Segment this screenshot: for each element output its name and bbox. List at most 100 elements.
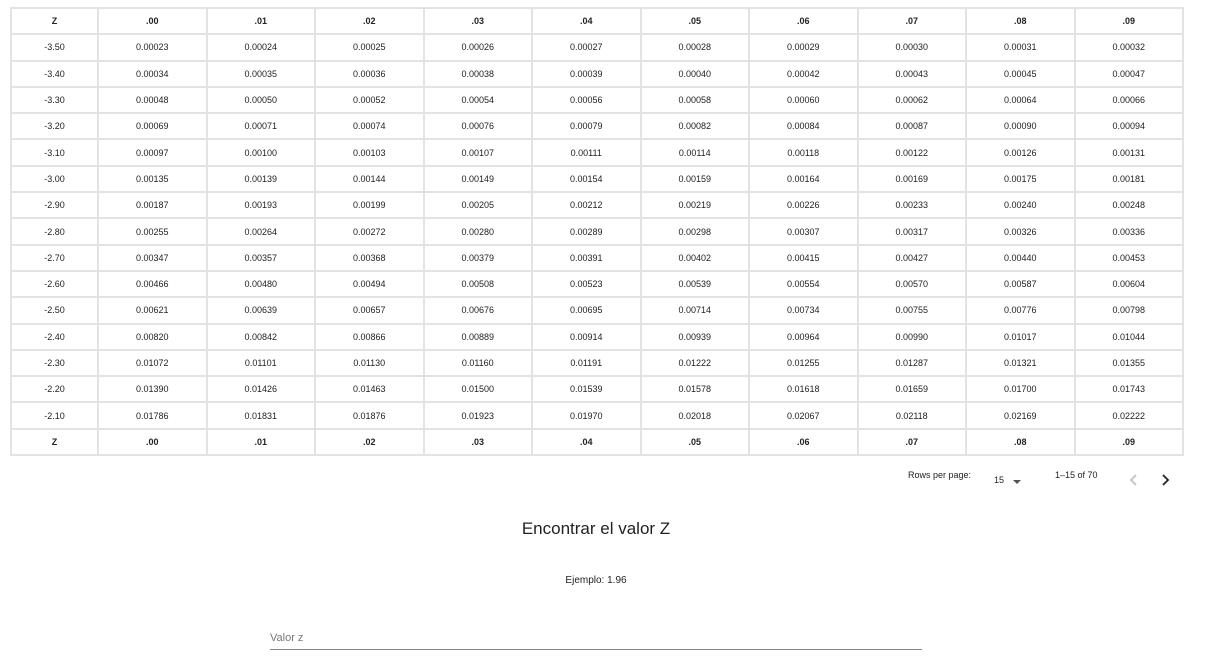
probability-cell: 0.00154 xyxy=(531,164,642,194)
z-score-cell: -2.30 xyxy=(10,348,99,378)
probability-cell: 0.01017 xyxy=(965,322,1076,351)
chevron-left-icon xyxy=(1129,474,1137,486)
next-page-button[interactable] xyxy=(1155,470,1175,490)
probability-cell: 0.00114 xyxy=(639,138,750,167)
probability-cell: 0.00024 xyxy=(205,33,316,62)
probability-cell: 0.00047 xyxy=(1073,59,1184,88)
pagination-range: 1–15 of 70 xyxy=(1055,470,1098,480)
z-score-cell: -3.20 xyxy=(10,112,99,141)
table-row: -2.80 0.00255 0.00264 0.00272 0.00280 0.00289… xyxy=(10,217,1184,246)
probability-cell: 0.01831 xyxy=(205,401,316,430)
rows-per-page-select[interactable]: 15 xyxy=(994,472,1026,488)
previous-page-button[interactable] xyxy=(1124,470,1144,490)
column-footer: .02 xyxy=(314,427,425,457)
probability-cell: 0.00135 xyxy=(97,164,208,194)
probability-cell: 0.00039 xyxy=(531,59,642,88)
table-row: -3.40 0.00034 0.00035 0.00036 0.00038 0.00039… xyxy=(10,59,1184,88)
probability-cell: 0.00025 xyxy=(314,33,425,62)
table-row: -3.30 0.00048 0.00050 0.00052 0.00054 0.00056… xyxy=(10,85,1184,115)
probability-cell: 0.00539 xyxy=(639,269,750,299)
z-score-cell: -2.20 xyxy=(10,375,99,404)
footer-row: Z .00.01.02.03.04.05.06.07.08.09 xyxy=(10,427,1184,457)
probability-cell: 0.01072 xyxy=(97,348,208,378)
probability-cell: 0.00118 xyxy=(748,138,859,167)
probability-cell: 0.00045 xyxy=(965,59,1076,88)
column-header: .03 xyxy=(422,6,533,36)
probability-cell: 0.01618 xyxy=(748,375,859,404)
z-score-cell: -2.80 xyxy=(10,217,99,246)
probability-cell: 0.00084 xyxy=(748,112,859,141)
z-value-input[interactable] xyxy=(270,624,922,649)
probability-cell: 0.00233 xyxy=(856,191,967,220)
probability-cell: 0.02169 xyxy=(965,401,1076,430)
probability-cell: 0.01321 xyxy=(965,348,1076,378)
table-pagination: Rows per page: 15 1–15 of 70 xyxy=(0,466,1209,494)
probability-cell: 0.01876 xyxy=(314,401,425,430)
z-score-cell: -3.50 xyxy=(10,33,99,62)
probability-cell: 0.00280 xyxy=(422,217,533,246)
probability-cell: 0.00069 xyxy=(97,112,208,141)
probability-cell: 0.00307 xyxy=(748,217,859,246)
probability-cell: 0.01923 xyxy=(422,401,533,430)
column-header: .01 xyxy=(205,6,316,36)
probability-cell: 0.01700 xyxy=(965,375,1076,404)
probability-cell: 0.00107 xyxy=(422,138,533,167)
chevron-right-icon xyxy=(1162,474,1170,486)
probability-cell: 0.00964 xyxy=(748,322,859,351)
probability-cell: 0.00621 xyxy=(97,296,208,325)
probability-cell: 0.00914 xyxy=(531,322,642,351)
probability-cell: 0.00440 xyxy=(965,243,1076,272)
column-footer: .03 xyxy=(422,427,533,457)
column-footer: .05 xyxy=(639,427,750,457)
probability-cell: 0.00604 xyxy=(1073,269,1184,299)
probability-cell: 0.02222 xyxy=(1073,401,1184,430)
column-footer: .08 xyxy=(965,427,1076,457)
probability-cell: 0.00193 xyxy=(205,191,316,220)
probability-cell: 0.00842 xyxy=(205,322,316,351)
probability-cell: 0.00347 xyxy=(97,243,208,272)
table-row: -3.50 0.00023 0.00024 0.00025 0.00026 0.00027… xyxy=(10,33,1184,62)
probability-cell: 0.00100 xyxy=(205,138,316,167)
probability-cell: 0.00029 xyxy=(748,33,859,62)
rows-per-page-label: Rows per page: xyxy=(908,470,972,480)
probability-cell: 0.00076 xyxy=(422,112,533,141)
table-row: -2.90 0.00187 0.00193 0.00199 0.00205 0.00212… xyxy=(10,191,1184,220)
probability-cell: 0.01222 xyxy=(639,348,750,378)
probability-cell: 0.00226 xyxy=(748,191,859,220)
probability-cell: 0.00048 xyxy=(97,85,208,115)
probability-cell: 0.00058 xyxy=(639,85,750,115)
probability-cell: 0.00639 xyxy=(205,296,316,325)
probability-cell: 0.01287 xyxy=(856,348,967,378)
probability-cell: 0.00657 xyxy=(314,296,425,325)
probability-cell: 0.00036 xyxy=(314,59,425,88)
probability-cell: 0.00056 xyxy=(531,85,642,115)
probability-cell: 0.01160 xyxy=(422,348,533,378)
probability-cell: 0.00028 xyxy=(639,33,750,62)
probability-cell: 0.00175 xyxy=(965,164,1076,194)
probability-cell: 0.00090 xyxy=(965,112,1076,141)
probability-cell: 0.01659 xyxy=(856,375,967,404)
probability-cell: 0.00034 xyxy=(97,59,208,88)
probability-cell: 0.00427 xyxy=(856,243,967,272)
example-text: Ejemplo: 1.96 xyxy=(565,575,627,586)
z-score-cell: -3.00 xyxy=(10,164,99,194)
probability-cell: 0.00264 xyxy=(205,217,316,246)
table-header: Z .00.01.02.03.04.05.06.07.08.09 xyxy=(10,6,1184,36)
probability-cell: 0.00103 xyxy=(314,138,425,167)
probability-cell: 0.00169 xyxy=(856,164,967,194)
z-score-cell: -2.70 xyxy=(10,243,99,272)
probability-cell: 0.00038 xyxy=(422,59,533,88)
probability-cell: 0.00126 xyxy=(965,138,1076,167)
probability-cell: 0.00031 xyxy=(965,33,1076,62)
probability-cell: 0.00050 xyxy=(205,85,316,115)
probability-cell: 0.00094 xyxy=(1073,112,1184,141)
probability-cell: 0.00087 xyxy=(856,112,967,141)
probability-cell: 0.00159 xyxy=(639,164,750,194)
header-row: Z .00.01.02.03.04.05.06.07.08.09 xyxy=(10,6,1184,36)
table-row: -2.60 0.00466 0.00480 0.00494 0.00508 0.00523… xyxy=(10,269,1184,299)
probability-cell: 0.01101 xyxy=(205,348,316,378)
probability-cell: 0.00755 xyxy=(856,296,967,325)
probability-cell: 0.00062 xyxy=(856,85,967,115)
probability-cell: 0.00587 xyxy=(965,269,1076,299)
probability-cell: 0.00240 xyxy=(965,191,1076,220)
